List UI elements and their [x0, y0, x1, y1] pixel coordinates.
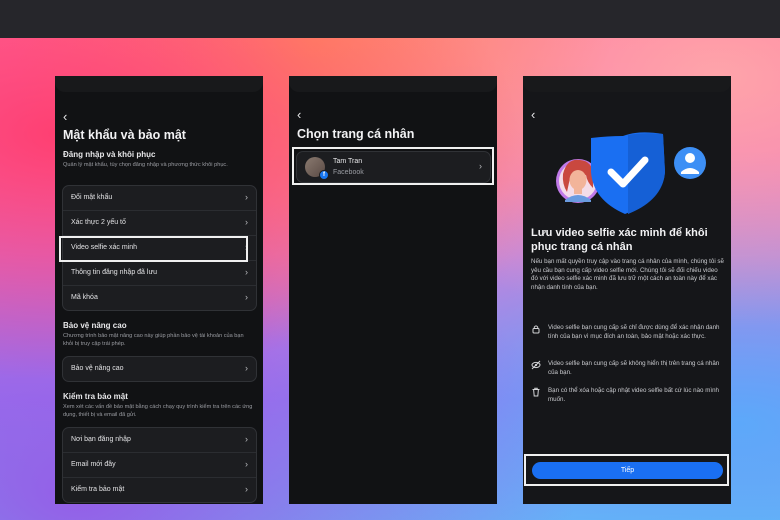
next-button[interactable]: Tiếp	[532, 462, 723, 479]
chevron-right-icon: ›	[245, 292, 248, 302]
section-heading-login: Đăng nhập và khôi phục	[63, 150, 156, 159]
security-check-list: Nơi bạn đăng nhập › Email mới đây › Kiểm t…	[62, 427, 257, 503]
status-bar	[523, 76, 731, 92]
change-password-item[interactable]: Đổi mật khẩu ›	[63, 186, 256, 211]
intro-text: Nếu bạn mất quyền truy cập vào trang cá …	[531, 258, 724, 291]
security-checkup-item[interactable]: Kiểm tra bảo mật ›	[63, 478, 256, 502]
back-icon[interactable]: ‹	[297, 108, 301, 121]
back-icon[interactable]: ‹	[63, 110, 67, 123]
lock-icon	[532, 325, 540, 334]
page-title: Chọn trang cá nhân	[297, 127, 415, 141]
chevron-right-icon: ›	[245, 459, 248, 469]
item-label: Mã khóa	[71, 294, 98, 301]
eye-off-icon	[531, 360, 541, 370]
bullet-text: Bạn có thể xóa hoặc cập nhật video selfi…	[548, 387, 719, 403]
saved-login-item[interactable]: Thông tin đăng nhập đã lưu ›	[63, 261, 256, 286]
section-heading-advanced: Bảo vệ nâng cao	[63, 321, 127, 330]
selfie-verification-screen: ‹ Lưu video selfie xác minh để khôi phục…	[523, 76, 731, 504]
status-bar	[289, 76, 497, 92]
highlight-box	[292, 147, 494, 185]
chevron-right-icon: ›	[245, 267, 248, 277]
chevron-right-icon: ›	[245, 192, 248, 202]
choose-profile-screen: ‹ Chọn trang cá nhân f Tam Tran Facebook…	[289, 76, 497, 504]
item-label: Bảo vệ nâng cao	[71, 365, 124, 372]
chevron-right-icon: ›	[245, 434, 248, 444]
item-label: Đổi mật khẩu	[71, 194, 113, 201]
section-desc-advanced: Chương trình bảo mật nâng cao này giúp p…	[63, 333, 244, 347]
page-title: Lưu video selfie xác minh để khôi phục t…	[531, 227, 708, 253]
item-label: Email mới đây	[71, 461, 116, 468]
section-desc-login: Quản lý mật khẩu, tùy chọn đăng nhập và …	[63, 162, 228, 168]
section-heading-security-check: Kiểm tra bảo mật	[63, 392, 128, 401]
chevron-right-icon: ›	[245, 217, 248, 227]
item-label: Kiểm tra bảo mật	[71, 486, 125, 493]
chevron-right-icon: ›	[245, 363, 248, 373]
two-factor-item[interactable]: Xác thực 2 yếu tố ›	[63, 211, 256, 236]
section-desc-security-check: Xem xét các vấn đề bảo mật bằng cách chạ…	[63, 404, 253, 418]
recent-email-item[interactable]: Email mới đây ›	[63, 453, 256, 478]
highlight-box	[59, 236, 248, 262]
bullet-text: Video selfie bạn cung cấp sẽ không hiển …	[548, 360, 720, 376]
trash-icon	[532, 387, 540, 397]
passkey-item[interactable]: Mã khóa ›	[63, 286, 256, 310]
login-location-item[interactable]: Nơi bạn đăng nhập ›	[63, 428, 256, 453]
item-label: Nơi bạn đăng nhập	[71, 436, 131, 443]
page-title: Mật khẩu và bảo mật	[63, 128, 186, 142]
top-bar	[0, 0, 780, 38]
bullet-text: Video selfie bạn cung cấp sẽ chỉ được dù…	[548, 324, 720, 340]
security-settings-screen: ‹ Mật khẩu và bảo mật Đăng nhập và khôi …	[55, 76, 263, 504]
advanced-protection-item[interactable]: Bảo vệ nâng cao ›	[63, 357, 256, 381]
shield-illustration	[556, 132, 706, 214]
advanced-protection-list: Bảo vệ nâng cao ›	[62, 356, 257, 382]
item-label: Thông tin đăng nhập đã lưu	[71, 269, 158, 276]
item-label: Xác thực 2 yếu tố	[71, 219, 126, 226]
status-bar	[55, 76, 263, 92]
chevron-right-icon: ›	[245, 484, 248, 494]
highlight-box: Tiếp	[524, 454, 729, 486]
back-icon[interactable]: ‹	[531, 108, 535, 121]
